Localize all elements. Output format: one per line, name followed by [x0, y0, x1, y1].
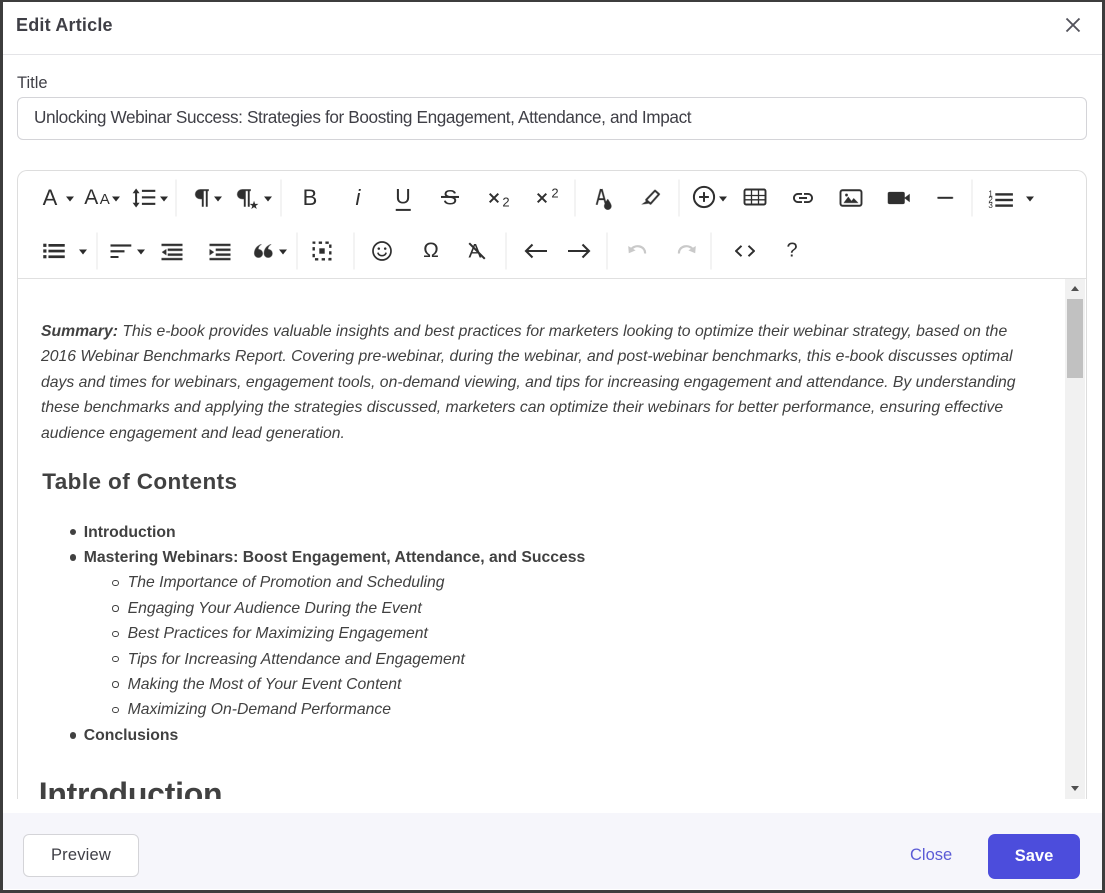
svg-text:3: 3 [989, 201, 994, 208]
